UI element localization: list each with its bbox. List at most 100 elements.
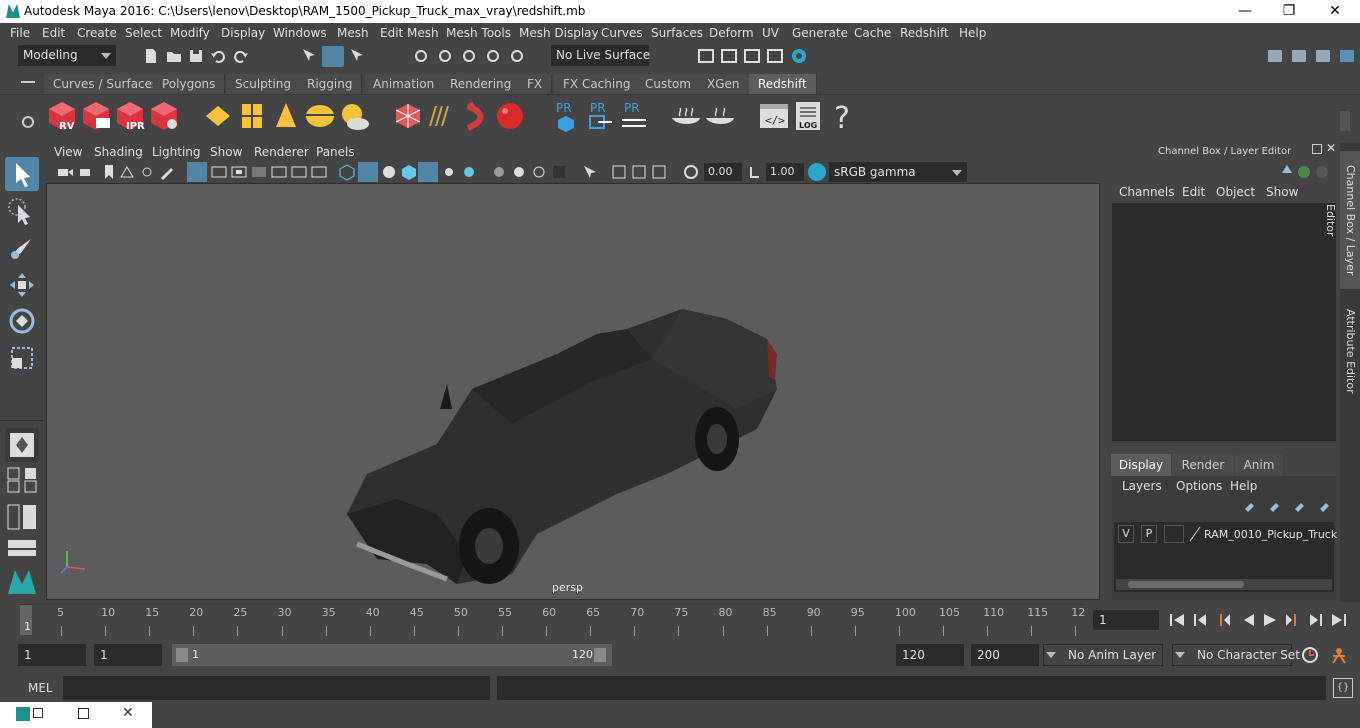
- tab-display[interactable]: Display: [1111, 454, 1171, 476]
- step-forward-key-icon[interactable]: [1310, 614, 1322, 626]
- single-perspective-layout-icon[interactable]: [5, 428, 39, 462]
- show-menu[interactable]: Show: [1266, 185, 1298, 199]
- shelf-tab-rendering[interactable]: Rendering: [441, 74, 522, 94]
- object-menu[interactable]: Object: [1216, 185, 1255, 199]
- maya-window-icon[interactable]: [16, 707, 30, 721]
- redshift-sun-sky-icon[interactable]: [338, 100, 370, 132]
- menu-redshift[interactable]: Redshift: [900, 26, 949, 40]
- ipr-render-icon[interactable]: [743, 47, 761, 65]
- range-start-handle[interactable]: [176, 648, 188, 662]
- select-tool-icon[interactable]: [5, 157, 39, 191]
- backface-culling-icon[interactable]: [650, 163, 668, 181]
- range-end-handle[interactable]: [594, 648, 606, 662]
- exposure-field[interactable]: 0.00: [704, 163, 742, 181]
- gamma-field[interactable]: 1.00: [766, 163, 804, 181]
- edit-menu[interactable]: Edit: [1182, 185, 1205, 199]
- live-surface-field[interactable]: No Live Surface: [551, 45, 650, 66]
- select-object-mode-icon[interactable]: [322, 46, 344, 67]
- script-language-label[interactable]: MEL: [28, 681, 53, 695]
- four-view-layout-icon[interactable]: [5, 466, 39, 494]
- menu-file[interactable]: File: [10, 26, 30, 40]
- play-backward-icon[interactable]: [1244, 614, 1254, 626]
- safe-title-icon[interactable]: [310, 163, 328, 181]
- tab-anim[interactable]: Anim: [1235, 454, 1283, 476]
- redshift-render-settings-icon[interactable]: [148, 100, 180, 132]
- camera-attributes-icon[interactable]: [78, 163, 96, 181]
- play-forward-icon[interactable]: [1264, 614, 1276, 626]
- layers-menu[interactable]: Layers: [1122, 479, 1162, 493]
- viewport-menu-view[interactable]: View: [54, 145, 82, 159]
- textured-icon[interactable]: [400, 163, 418, 181]
- xray-active-icon[interactable]: [630, 163, 648, 181]
- save-scene-icon[interactable]: [187, 47, 205, 65]
- gamma-icon[interactable]: [746, 163, 764, 181]
- close-icon[interactable]: ✕: [122, 705, 134, 721]
- snap-point-icon[interactable]: [460, 47, 478, 65]
- shelf-settings-icon[interactable]: [20, 115, 36, 129]
- layer-visibility-toggle[interactable]: V: [1118, 525, 1134, 543]
- menu-mesh-tools[interactable]: Mesh Tools: [446, 26, 511, 40]
- redshift-render-view-icon[interactable]: RV: [46, 100, 78, 132]
- menu-mesh-display[interactable]: Mesh Display: [519, 26, 599, 40]
- menu-mesh[interactable]: Mesh: [337, 26, 369, 40]
- color-management-toggle-icon[interactable]: [808, 163, 826, 181]
- resolution-gate-icon[interactable]: [230, 163, 248, 181]
- exposure-icon[interactable]: [682, 163, 700, 181]
- menu-edit-mesh[interactable]: Edit Mesh: [380, 26, 439, 40]
- time-slider-track[interactable]: 1 5 10 15 20 25 30 35 40 45 50 55 60 65 70 75 80 85 90 95 1…: [20, 604, 1086, 636]
- redo-icon[interactable]: [232, 47, 250, 65]
- shelf-tab-custom[interactable]: Custom: [636, 74, 701, 94]
- maximize-button[interactable]: ❐: [1266, 0, 1312, 23]
- redshift-ipr-icon[interactable]: IPR: [114, 100, 146, 132]
- wireframe-on-shaded-icon[interactable]: [380, 163, 398, 181]
- field-chart-icon[interactable]: [270, 163, 288, 181]
- shelf-tab-fx-caching[interactable]: FX Caching: [554, 74, 641, 94]
- menu-edit[interactable]: Edit: [42, 26, 65, 40]
- layer-scrollbar-thumb[interactable]: [1128, 581, 1244, 588]
- shelf-tab-rigging[interactable]: Rigging: [298, 74, 363, 94]
- wireframe-icon[interactable]: [338, 163, 356, 181]
- viewport-menu-show[interactable]: Show: [210, 145, 242, 159]
- restore-icon[interactable]: [33, 708, 43, 718]
- step-forward-frame-icon[interactable]: [1286, 614, 1296, 626]
- help-menu[interactable]: Help: [1230, 479, 1257, 493]
- snap-grid-icon[interactable]: [412, 47, 430, 65]
- command-input[interactable]: [63, 676, 490, 700]
- channels-menu[interactable]: Channels: [1119, 185, 1175, 199]
- bookmark-icon[interactable]: [100, 163, 118, 181]
- xray-icon[interactable]: [550, 163, 568, 181]
- animation-end-field[interactable]: 200: [971, 644, 1039, 666]
- step-back-key-icon[interactable]: [1194, 614, 1206, 626]
- redshift-bake-set-icon[interactable]: [704, 100, 736, 132]
- pr-object-icon[interactable]: PR: [550, 100, 582, 132]
- pr-export-icon[interactable]: PR: [584, 100, 616, 132]
- redshift-material-icon[interactable]: [494, 100, 526, 132]
- script-editor-icon[interactable]: {}: [1333, 678, 1353, 698]
- layer-name[interactable]: RAM_0010_Pickup_Truck: [1204, 528, 1337, 541]
- shelf-tab-fx[interactable]: FX: [518, 74, 553, 94]
- outliner-layout-icon[interactable]: [5, 502, 39, 532]
- menu-cache[interactable]: Cache: [854, 26, 891, 40]
- menu-uv[interactable]: UV: [762, 26, 779, 40]
- redshift-proxy-icon[interactable]: [392, 100, 424, 132]
- pr-swap-icon[interactable]: PR: [618, 100, 650, 132]
- menu-help[interactable]: Help: [959, 26, 986, 40]
- redshift-help-icon[interactable]: ?: [826, 100, 858, 132]
- undo-icon[interactable]: [209, 47, 227, 65]
- animation-start-field[interactable]: 1: [18, 644, 86, 666]
- viewport-menu-renderer[interactable]: Renderer: [254, 145, 309, 159]
- menu-windows[interactable]: Windows: [273, 26, 327, 40]
- render-settings-icon[interactable]: [720, 47, 738, 65]
- use-all-lights-icon[interactable]: [418, 162, 438, 182]
- channel-box-mode-icons[interactable]: [1278, 163, 1334, 181]
- close-button[interactable]: ✕: [1312, 0, 1358, 23]
- redshift-hair-icon[interactable]: [426, 100, 458, 132]
- redshift-area-light-icon[interactable]: [202, 100, 234, 132]
- 2d-pan-zoom-icon[interactable]: [138, 163, 156, 181]
- auto-key-icon[interactable]: [1300, 645, 1320, 665]
- menu-set-dropdown[interactable]: Modeling: [18, 45, 116, 66]
- layer-playback-toggle[interactable]: P: [1141, 525, 1157, 543]
- channel-box-list[interactable]: [1112, 203, 1336, 441]
- new-scene-icon[interactable]: [142, 47, 160, 65]
- persp-viewport[interactable]: persp: [46, 183, 1100, 600]
